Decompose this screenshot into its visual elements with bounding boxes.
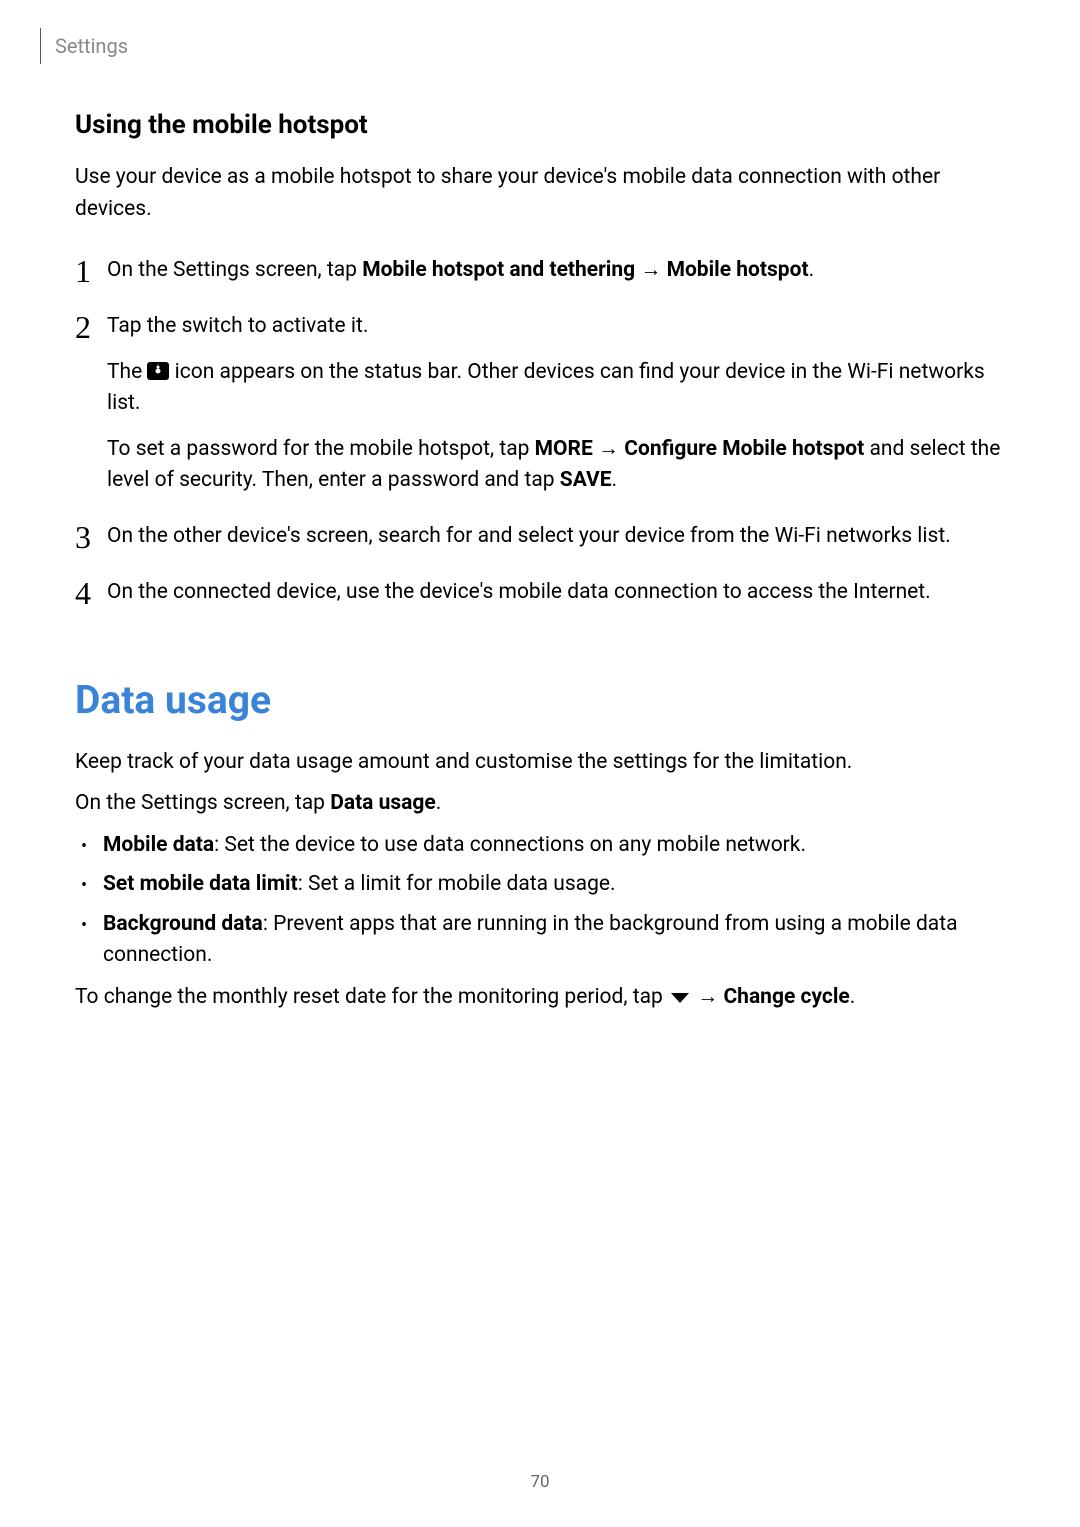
data-usage-p3-b: Change cycle xyxy=(723,985,849,1009)
step-number-1: 1 xyxy=(75,253,107,287)
step-4: 4 On the connected device, use the devic… xyxy=(75,575,1005,609)
step-1-arrow: → xyxy=(635,258,666,282)
step-3: 3 On the other device's screen, search f… xyxy=(75,519,1005,553)
step-2-p3-b1: MORE xyxy=(535,437,593,461)
data-usage-p3: To change the monthly reset date for the… xyxy=(75,982,1005,1016)
page-header: Settings xyxy=(40,28,128,64)
hotspot-steps: 1 On the Settings screen, tap Mobile hot… xyxy=(75,253,1005,609)
step-number-3: 3 xyxy=(75,519,107,553)
data-usage-p3-post: . xyxy=(850,985,856,1009)
data-usage-p2-b: Data usage xyxy=(330,791,436,815)
step-2-p2-pre: The xyxy=(107,360,147,384)
hotspot-heading: Using the mobile hotspot xyxy=(75,110,1005,140)
dropdown-triangle-icon xyxy=(668,984,692,1016)
data-usage-p2: On the Settings screen, tap Data usage. xyxy=(75,788,1005,820)
bullet-1-text: : Set the device to use data connections… xyxy=(214,833,806,857)
step-2-body: Tap the switch to activate it. The icon … xyxy=(107,309,1005,497)
bullet-3-bold: Background data xyxy=(103,912,263,936)
step-2-p3-pre: To set a password for the mobile hotspot… xyxy=(107,437,535,461)
data-usage-heading: Data usage xyxy=(75,677,1005,723)
data-usage-p1: Keep track of your data usage amount and… xyxy=(75,747,1005,779)
data-usage-bullets: Mobile data: Set the device to use data … xyxy=(75,830,1005,972)
step-2-p3-b3: SAVE xyxy=(560,468,612,492)
step-2-p3-post: . xyxy=(612,468,618,492)
page-number: 70 xyxy=(0,1472,1080,1492)
header-divider xyxy=(40,28,41,64)
page-content: Using the mobile hotspot Use your device… xyxy=(0,0,1080,1015)
bullet-2-bold: Set mobile data limit xyxy=(103,872,298,896)
step-4-text: On the connected device, use the device'… xyxy=(107,577,931,609)
data-usage-p2-pre: On the Settings screen, tap xyxy=(75,791,330,815)
step-1-body: On the Settings screen, tap Mobile hotsp… xyxy=(107,253,814,287)
step-4-body: On the connected device, use the device'… xyxy=(107,575,931,609)
data-usage-p2-post: . xyxy=(436,791,442,815)
step-1-text-pre: On the Settings screen, tap xyxy=(107,258,362,282)
step-1-bold-2: Mobile hotspot xyxy=(667,258,809,282)
bullet-2-text: : Set a limit for mobile data usage. xyxy=(298,872,616,896)
hotspot-intro: Use your device as a mobile hotspot to s… xyxy=(75,162,1005,225)
step-1-bold-1: Mobile hotspot and tethering xyxy=(362,258,635,282)
breadcrumb: Settings xyxy=(55,34,128,58)
bullet-mobile-data: Mobile data: Set the device to use data … xyxy=(103,830,1005,862)
data-usage-p3-pre: To change the monthly reset date for the… xyxy=(75,985,668,1009)
step-2: 2 Tap the switch to activate it. The ico… xyxy=(75,309,1005,497)
bullet-1-bold: Mobile data xyxy=(103,833,214,857)
step-number-4: 4 xyxy=(75,575,107,609)
bullet-data-limit: Set mobile data limit: Set a limit for m… xyxy=(103,869,1005,901)
step-2-p3-b2: Configure Mobile hotspot xyxy=(624,437,864,461)
hotspot-icon xyxy=(147,362,169,380)
step-1: 1 On the Settings screen, tap Mobile hot… xyxy=(75,253,1005,287)
data-usage-p3-arrow: → xyxy=(692,985,723,1009)
bullet-background-data: Background data: Prevent apps that are r… xyxy=(103,909,1005,972)
step-2-p2-post: icon appears on the status bar. Other de… xyxy=(107,360,985,416)
step-3-body: On the other device's screen, search for… xyxy=(107,519,951,553)
step-2-p1: Tap the switch to activate it. xyxy=(107,311,1005,343)
step-1-text-post: . xyxy=(809,258,815,282)
step-2-p3-arrow: → xyxy=(593,437,624,461)
step-3-text: On the other device's screen, search for… xyxy=(107,521,951,553)
step-number-2: 2 xyxy=(75,309,107,497)
